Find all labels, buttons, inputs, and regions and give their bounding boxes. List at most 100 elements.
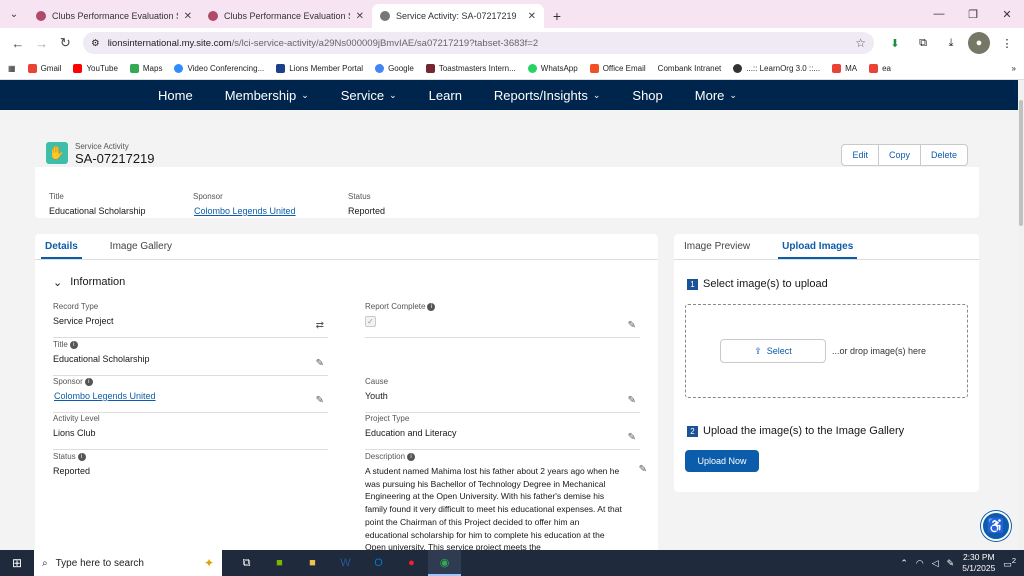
edit-pencil-icon[interactable]: ✎ [628, 395, 636, 406]
windows-start-icon[interactable]: ⊞ [0, 550, 34, 576]
accessibility-icon[interactable]: ♿ [981, 511, 1011, 541]
tab-details[interactable]: Details [41, 234, 82, 259]
close-window-icon[interactable]: ✕ [990, 0, 1024, 28]
site-info-icon[interactable]: ⚙ [91, 38, 100, 49]
bookmark-youtube[interactable]: YouTube [73, 64, 118, 73]
nav-label: Shop [632, 87, 663, 103]
bookmark-whatsapp[interactable]: WhatsApp [527, 64, 578, 73]
opera-icon[interactable]: ● [395, 550, 428, 576]
new-tab-button[interactable]: + [544, 4, 570, 28]
tab-image-gallery[interactable]: Image Gallery [106, 234, 176, 259]
close-tab-icon[interactable]: ✕ [528, 11, 536, 22]
bookmark-video-conferencing[interactable]: Video Conferencing... [174, 64, 264, 73]
close-tab-icon[interactable]: ✕ [184, 11, 192, 22]
chrome-icon[interactable]: ◉ [428, 550, 461, 576]
browser-tab-2[interactable]: Clubs Performance Evaluation S ✕ [200, 4, 372, 28]
page-scrollbar[interactable] [1018, 80, 1024, 550]
nav-reports-insights[interactable]: Reports/Insights ⌄ [494, 88, 600, 103]
word-icon[interactable]: W [329, 550, 362, 576]
extensions-puzzle-icon[interactable]: ⧉ [912, 32, 934, 54]
sponsor-link[interactable]: Colombo Legends United [54, 391, 328, 401]
outlook-icon[interactable]: O [362, 550, 395, 576]
browser-tab-3-active[interactable]: Service Activity: SA-07217219 ✕ [372, 4, 544, 28]
pen-icon[interactable]: ✎ [947, 558, 955, 569]
bookmark-google[interactable]: Google [375, 64, 414, 73]
task-view-icon[interactable]: ⧉ [230, 550, 263, 576]
taskbar-search[interactable]: ⌕ Type here to search ✦ [34, 550, 222, 576]
bookmark-combank-intranet[interactable]: Combank Intranet [658, 64, 722, 73]
image-drop-zone[interactable]: ⇪ Select ...or drop image(s) here [685, 304, 968, 398]
copy-button[interactable]: Copy [879, 145, 921, 165]
show-hidden-icons-icon[interactable]: ⌃ [900, 558, 908, 569]
bookmark-label: Lions Member Portal [289, 64, 364, 73]
download-arrow-icon[interactable]: ⬇ [884, 32, 906, 54]
tab-image-preview[interactable]: Image Preview [680, 234, 754, 259]
details-tabs: Details Image Gallery [35, 234, 658, 260]
upload-now-button[interactable]: Upload Now [685, 450, 759, 472]
nav-label: Membership [224, 87, 297, 103]
bookmark-toastmasters[interactable]: Toastmasters Intern... [425, 64, 516, 73]
delete-button[interactable]: Delete [921, 145, 967, 165]
edit-pencil-icon[interactable]: ✎ [316, 395, 324, 406]
change-record-type-icon[interactable]: ⇄ [316, 320, 324, 331]
bookmark-lions-member-portal[interactable]: Lions Member Portal [276, 64, 363, 73]
edit-pencil-icon[interactable]: ✎ [628, 320, 636, 331]
apps-grid-icon[interactable]: ▦ [8, 64, 16, 73]
notifications-icon[interactable]: ▭2 [1003, 556, 1016, 570]
edit-pencil-icon[interactable]: ✎ [316, 358, 324, 369]
info-icon[interactable]: i [77, 452, 86, 461]
sponsor-link[interactable]: Colombo Legends United [194, 206, 296, 216]
field-label: Cause [365, 377, 389, 386]
url-bar[interactable]: ⚙ lionsinternational.my.site.com/s/lci-s… [83, 32, 874, 54]
nvidia-icon[interactable]: ■ [263, 550, 296, 576]
bookmark-ea[interactable]: ea [869, 64, 891, 73]
downloads-icon[interactable]: ⤓ [940, 32, 962, 54]
volume-icon[interactable]: ◁ [932, 558, 939, 569]
file-explorer-icon[interactable]: ■ [296, 550, 329, 576]
edit-button[interactable]: Edit [842, 145, 879, 165]
nav-learn[interactable]: Learn [429, 88, 462, 103]
tab-upload-images[interactable]: Upload Images [778, 234, 858, 259]
more-bookmarks-icon[interactable]: » [1012, 64, 1016, 73]
field-label: Description [365, 452, 406, 461]
nav-more[interactable]: More ⌄ [695, 88, 737, 103]
clock[interactable]: 2:30 PM 5/1/2025 [962, 552, 995, 574]
edit-pencil-icon[interactable]: ✎ [639, 464, 647, 475]
info-icon[interactable]: i [407, 452, 416, 461]
tab-search-dropdown[interactable]: ⌄ [0, 0, 28, 28]
bookmark-maps[interactable]: Maps [129, 64, 162, 73]
profile-avatar[interactable]: ● [968, 32, 990, 54]
highlight-sponsor: Sponsor Colombo Legends United [193, 192, 296, 216]
bookmark-star-icon[interactable]: ☆ [855, 36, 866, 50]
bookmark-ma[interactable]: MA [832, 64, 857, 73]
url-host: lionsinternational.my.site.com [107, 37, 232, 49]
nav-membership[interactable]: Membership ⌄ [225, 88, 309, 103]
forward-arrow-icon[interactable]: → [30, 31, 54, 55]
network-icon[interactable]: ◠ [916, 558, 924, 569]
nav-service[interactable]: Service ⌄ [341, 88, 397, 103]
scrollbar-thumb[interactable] [1019, 100, 1023, 226]
restore-icon[interactable]: ❐ [956, 0, 990, 28]
nav-home[interactable]: Home [158, 88, 193, 103]
info-icon[interactable]: i [84, 377, 93, 386]
chevron-down-icon: ⌄ [301, 89, 309, 100]
bookmark-label: YouTube [86, 64, 118, 73]
close-tab-icon[interactable]: ✕ [356, 11, 364, 22]
reload-icon[interactable]: ↻ [53, 31, 77, 55]
select-images-button[interactable]: ⇪ Select [720, 339, 826, 363]
minimize-icon[interactable]: — [922, 0, 956, 28]
info-icon[interactable]: i [427, 302, 436, 311]
bookmark-office-email[interactable]: Office Email [589, 64, 646, 73]
chevron-down-icon: ⌄ [729, 89, 737, 100]
info-icon[interactable]: i [69, 340, 78, 349]
bookmark-learnorg[interactable]: ...:: LearnOrg 3.0 ::... [733, 64, 820, 73]
browser-menu-icon[interactable]: ⋮ [996, 32, 1018, 54]
browser-tab-1[interactable]: Clubs Performance Evaluation S ✕ [28, 4, 200, 28]
section-information[interactable]: ⌄ Information [53, 276, 125, 289]
edit-pencil-icon[interactable]: ✎ [628, 432, 636, 443]
field-value: Educational Scholarship [53, 354, 150, 364]
nav-shop[interactable]: Shop [632, 88, 662, 103]
clock-time: 2:30 PM [962, 552, 995, 562]
bookmark-gmail[interactable]: Gmail [27, 64, 61, 73]
back-arrow-icon[interactable]: ← [6, 31, 30, 55]
